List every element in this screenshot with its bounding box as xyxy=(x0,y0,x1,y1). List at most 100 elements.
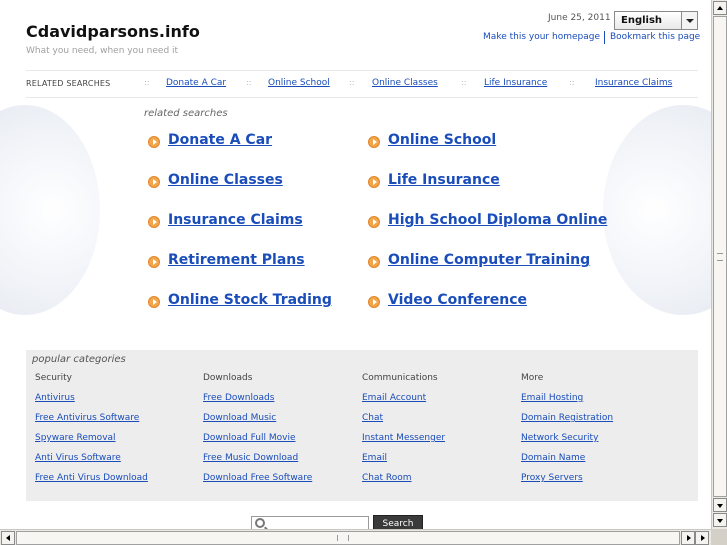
main-link-item: Online Classes xyxy=(148,172,283,188)
scroll-down-icon[interactable] xyxy=(713,498,727,512)
scroll-up-icon[interactable] xyxy=(713,1,727,15)
arrow-right-icon xyxy=(148,256,160,268)
main-link[interactable]: High School Diploma Online xyxy=(388,212,607,228)
category-link[interactable]: Free Antivirus Software xyxy=(35,413,139,423)
related-separator: :: xyxy=(461,78,467,87)
main-link-item: Video Conference xyxy=(368,292,527,308)
category-column-downloads: Downloads Free Downloads Download Music … xyxy=(203,373,312,493)
main-link-item: High School Diploma Online xyxy=(368,212,607,228)
main-link-item: Insurance Claims xyxy=(148,212,303,228)
category-link[interactable]: Free Anti Virus Download xyxy=(35,473,148,483)
category-link[interactable]: Domain Name xyxy=(521,453,585,463)
category-link[interactable]: Download Free Software xyxy=(203,473,312,483)
category-column-communications: Communications Email Account Chat Instan… xyxy=(362,373,445,493)
bookmark-link[interactable]: Bookmark this page xyxy=(610,32,700,42)
decorative-orb-left xyxy=(0,105,100,315)
scroll-right-icon[interactable] xyxy=(681,531,695,545)
arrow-right-icon xyxy=(368,216,380,228)
related-separator: :: xyxy=(246,78,252,87)
category-link[interactable]: Download Music xyxy=(203,413,276,423)
related-top-link-4[interactable]: Life Insurance xyxy=(484,78,547,88)
category-title: Downloads xyxy=(203,373,253,383)
related-top-link-1[interactable]: Donate A Car xyxy=(166,78,226,88)
language-select[interactable]: English xyxy=(614,11,698,30)
horizontal-scroll-thumb[interactable] xyxy=(16,531,680,545)
scroll-right-icon[interactable] xyxy=(695,531,709,545)
search-box[interactable] xyxy=(251,516,369,529)
related-searches-label: RELATED SEARCHES xyxy=(26,79,111,88)
scroll-grip-icon xyxy=(717,253,723,261)
related-top-link-5[interactable]: Insurance Claims xyxy=(595,78,672,88)
category-link[interactable]: Free Downloads xyxy=(203,393,274,403)
category-link[interactable]: Chat Room xyxy=(362,473,412,483)
main-link[interactable]: Retirement Plans xyxy=(168,252,305,268)
related-top-link-3[interactable]: Online Classes xyxy=(372,78,438,88)
category-link[interactable]: Instant Messenger xyxy=(362,433,445,443)
category-link[interactable]: Antivirus xyxy=(35,393,75,403)
main-link[interactable]: Video Conference xyxy=(388,292,527,308)
arrow-right-icon xyxy=(148,296,160,308)
category-link[interactable]: Network Security xyxy=(521,433,598,443)
main-link[interactable]: Online Classes xyxy=(168,172,283,188)
chevron-down-icon[interactable] xyxy=(681,12,697,29)
main-related-heading: related searches xyxy=(144,108,228,119)
category-title: Security xyxy=(35,373,72,383)
main-link-item: Donate A Car xyxy=(148,132,272,148)
main-link-item: Online School xyxy=(368,132,496,148)
arrow-right-icon xyxy=(148,136,160,148)
category-link[interactable]: Proxy Servers xyxy=(521,473,583,483)
horizontal-scrollbar[interactable] xyxy=(0,529,711,545)
category-title: Communications xyxy=(362,373,438,383)
category-link[interactable]: Chat xyxy=(362,413,383,423)
category-link[interactable]: Free Music Download xyxy=(203,453,298,463)
date-display: June 25, 2011 xyxy=(548,13,611,23)
page: Cdavidparsons.info What you need, when y… xyxy=(0,0,711,529)
tagline: What you need, when you need it xyxy=(26,46,179,56)
arrow-right-icon xyxy=(368,256,380,268)
scroll-down-icon[interactable] xyxy=(713,513,727,527)
related-top-link-2[interactable]: Online School xyxy=(268,78,330,88)
vertical-scrollbar[interactable] xyxy=(711,0,727,529)
main-link-item: Online Stock Trading xyxy=(148,292,332,308)
category-link[interactable]: Anti Virus Software xyxy=(35,453,121,463)
arrow-right-icon xyxy=(368,176,380,188)
search-input[interactable] xyxy=(270,518,366,529)
main-link[interactable]: Online Computer Training xyxy=(388,252,590,268)
related-searches-bar: RELATED SEARCHES :: Donate A Car :: Onli… xyxy=(26,70,698,98)
main-link[interactable]: Insurance Claims xyxy=(168,212,303,228)
language-select-value: English xyxy=(621,15,663,26)
related-separator: :: xyxy=(569,78,575,87)
category-link[interactable]: Spyware Removal xyxy=(35,433,116,443)
search-icon xyxy=(255,518,265,528)
category-title: More xyxy=(521,373,544,383)
main-link[interactable]: Donate A Car xyxy=(168,132,272,148)
category-link[interactable]: Email Hosting xyxy=(521,393,583,403)
popular-categories-panel: popular categories Security Antivirus Fr… xyxy=(26,350,698,501)
vertical-scroll-thumb[interactable] xyxy=(713,16,727,497)
arrow-right-icon xyxy=(368,296,380,308)
category-column-more: More Email Hosting Domain Registration N… xyxy=(521,373,613,493)
site-title[interactable]: Cdavidparsons.info xyxy=(26,22,200,41)
search-button[interactable]: Search xyxy=(373,515,423,529)
make-homepage-link[interactable]: Make this your homepage xyxy=(483,32,600,42)
arrow-right-icon xyxy=(148,176,160,188)
arrow-right-icon xyxy=(148,216,160,228)
category-link[interactable]: Email xyxy=(362,453,387,463)
main-link[interactable]: Life Insurance xyxy=(388,172,500,188)
main-link-item: Retirement Plans xyxy=(148,252,305,268)
category-column-security: Security Antivirus Free Antivirus Softwa… xyxy=(35,373,148,493)
main-link[interactable]: Online School xyxy=(388,132,496,148)
scroll-left-icon[interactable] xyxy=(1,531,15,545)
related-separator: :: xyxy=(349,78,355,87)
category-link[interactable]: Domain Registration xyxy=(521,413,613,423)
main-link[interactable]: Online Stock Trading xyxy=(168,292,332,308)
category-link[interactable]: Email Account xyxy=(362,393,426,403)
popular-categories-heading: popular categories xyxy=(32,354,126,365)
main-link-item: Life Insurance xyxy=(368,172,500,188)
scroll-grip-icon xyxy=(337,535,349,541)
category-link[interactable]: Download Full Movie xyxy=(203,433,295,443)
header-link-divider xyxy=(604,31,605,44)
scrollbar-corner xyxy=(711,529,727,545)
arrow-right-icon xyxy=(368,136,380,148)
decorative-orb-right xyxy=(603,105,711,315)
